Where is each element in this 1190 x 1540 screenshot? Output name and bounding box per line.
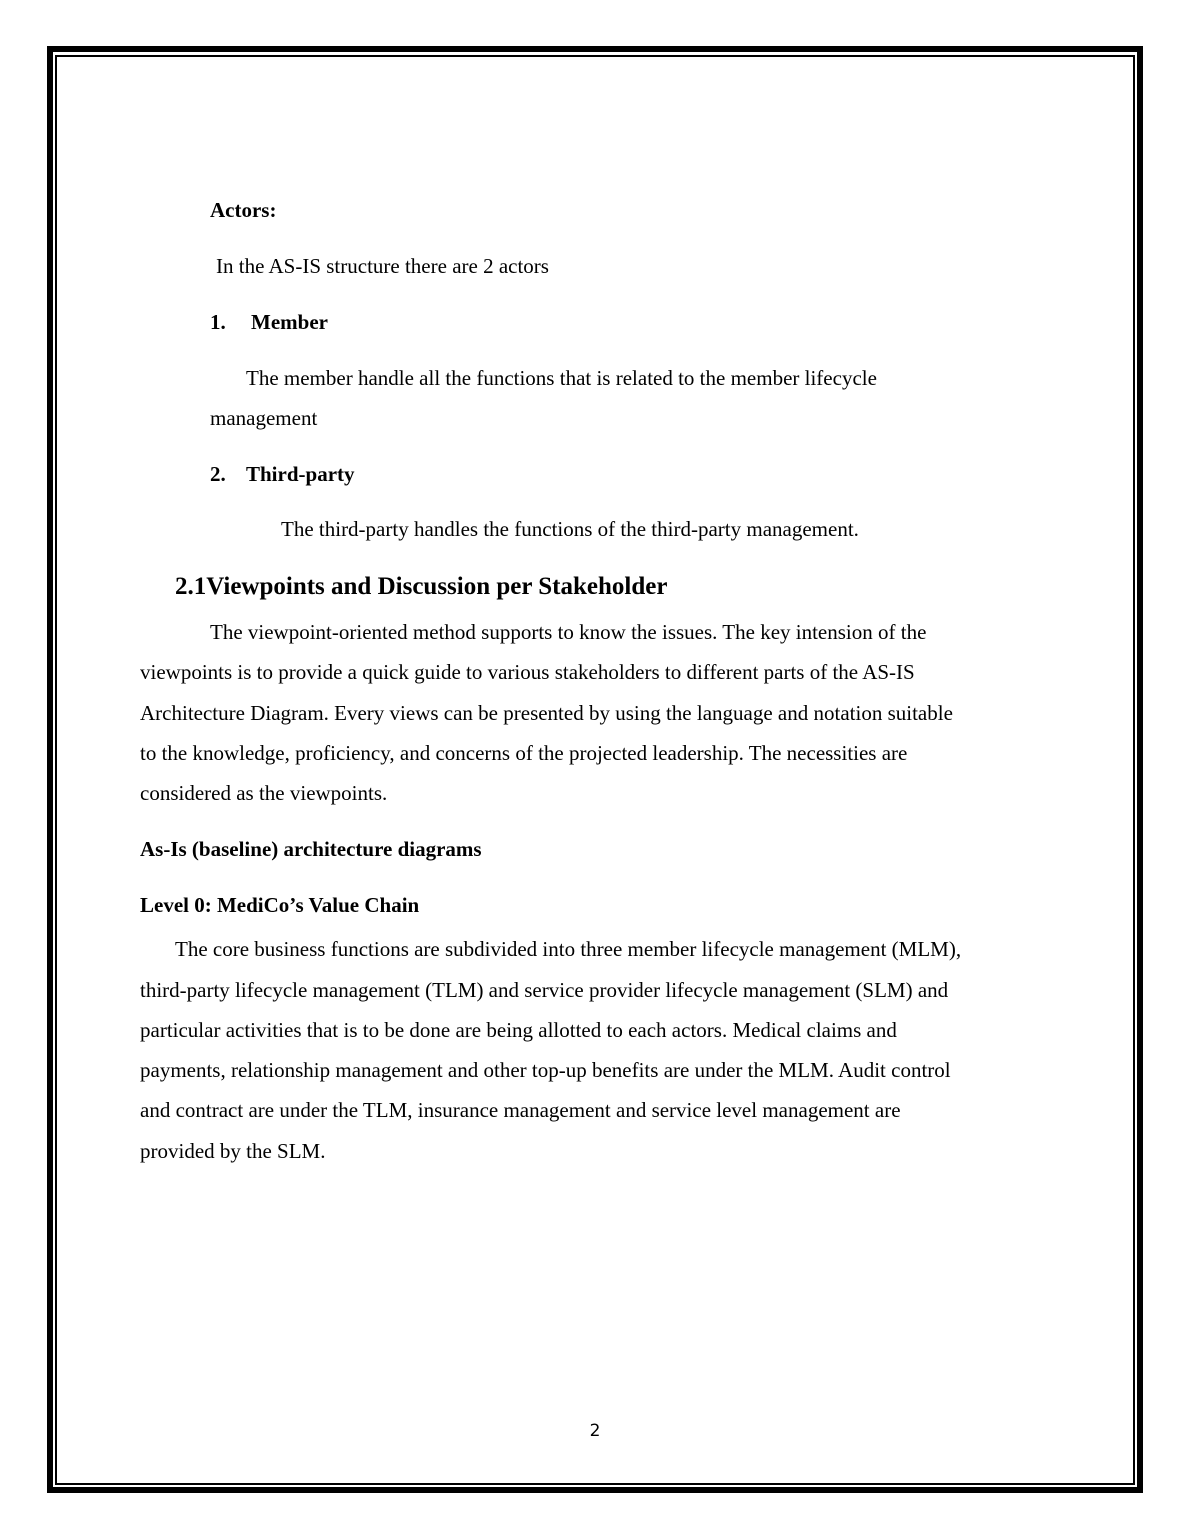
as-is-heading: As-Is (baseline) architecture diagrams	[140, 837, 482, 861]
section-heading-viewpoints: 2.1Viewpoints and Discussion per Stakeho…	[175, 573, 667, 601]
actor-item-third-party: 2. Third-party	[210, 462, 355, 486]
actor-description-line: The member handle all the functions that…	[246, 366, 877, 390]
actor-description-line: The third-party handles the functions of…	[281, 517, 859, 541]
paragraph-line: Architecture Diagram. Every views can be…	[140, 701, 953, 725]
paragraph-line: third-party lifecycle management (TLM) a…	[140, 978, 949, 1002]
paragraph-line: considered as the viewpoints.	[140, 781, 388, 805]
actor-title: Member	[251, 310, 328, 334]
page-number: 2	[589, 1421, 601, 1441]
paragraph-line: to the knowledge, proficiency, and conce…	[140, 741, 908, 765]
actors-heading: Actors:	[210, 198, 277, 222]
paragraph-line: viewpoints is to provide a quick guide t…	[140, 660, 915, 684]
actor-description-line: management	[210, 406, 318, 430]
paragraph-line: payments, relationship management and ot…	[140, 1058, 951, 1082]
section-title: Viewpoints and Discussion per Stakeholde…	[206, 573, 668, 600]
actor-item-member: 1. Member	[210, 310, 328, 334]
actors-intro: In the AS-IS structure there are 2 actor…	[216, 254, 549, 278]
paragraph-line: particular activities that is to be done…	[140, 1018, 897, 1042]
paragraph-line: provided by the SLM.	[140, 1139, 326, 1163]
paragraph-line: and contract are under the TLM, insuranc…	[140, 1098, 901, 1122]
actor-number: 2.	[210, 462, 226, 486]
actor-number: 1.	[210, 310, 226, 334]
level0-subheading: Level 0: MediCo’s Value Chain	[140, 893, 420, 917]
actor-title: Third-party	[246, 462, 355, 486]
paragraph-line: The viewpoint-oriented method supports t…	[210, 620, 927, 644]
section-number: 2.1	[175, 573, 207, 600]
paragraph-line: The core business functions are subdivid…	[175, 937, 962, 961]
